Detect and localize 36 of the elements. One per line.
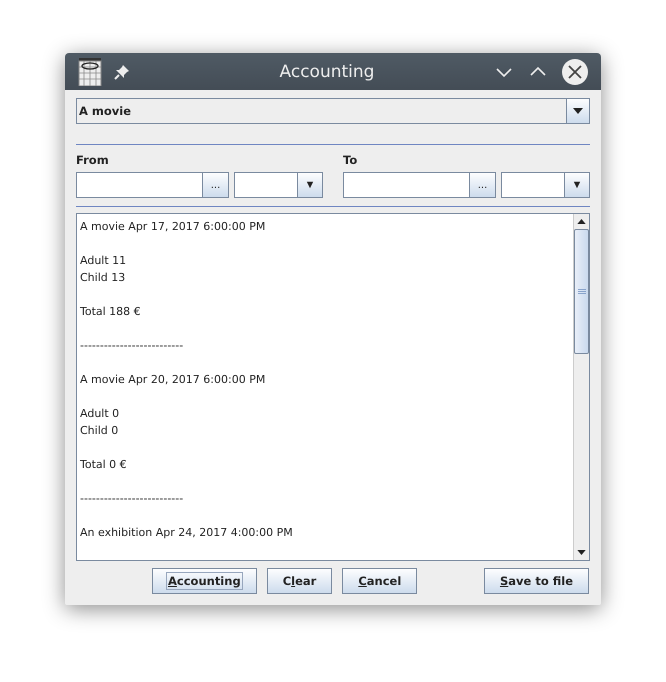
- report-line: Total 188 €: [80, 304, 142, 320]
- report-line: An exhibition Apr 24, 2017 4:00:00 PM: [80, 525, 294, 541]
- date-picker-button[interactable]: ...: [470, 172, 496, 198]
- date-field[interactable]: [343, 172, 470, 198]
- report-line: Child 13: [80, 270, 126, 286]
- report-line: Adult 0: [80, 406, 120, 422]
- caret-icon: [306, 181, 314, 189]
- report-line: --------------------------: [80, 491, 184, 507]
- scroll-thumb[interactable]: [574, 229, 589, 354]
- field-label: To: [343, 153, 358, 169]
- report-line: --------------------------: [80, 338, 184, 354]
- caret-icon: [573, 181, 581, 189]
- action-button[interactable]: Clear: [266, 568, 332, 594]
- report-line: A movie Apr 17, 2017 6:00:00 PM: [80, 219, 266, 235]
- report-line: Total 0 €: [80, 457, 128, 473]
- calendar-icon: [78, 58, 102, 86]
- report-line: A movie Apr 20, 2017 6:00:00 PM: [80, 372, 266, 388]
- caret-icon: [573, 108, 583, 114]
- event-dropdown[interactable]: A movie: [76, 98, 590, 124]
- action-button[interactable]: Cancel: [342, 568, 418, 594]
- time-dropdown[interactable]: [234, 172, 323, 198]
- date-picker-button[interactable]: ...: [203, 172, 229, 198]
- date-field[interactable]: [76, 172, 203, 198]
- vertical-scrollbar[interactable]: [573, 214, 589, 560]
- pin-icon[interactable]: [114, 64, 130, 80]
- report-line: Adult 11: [80, 253, 128, 269]
- time-dropdown[interactable]: [501, 172, 590, 198]
- grip-icon: [578, 289, 586, 294]
- report-line: Child 0: [80, 423, 120, 439]
- window-title: Accounting: [278, 62, 376, 82]
- action-button[interactable]: Save to file: [484, 568, 589, 594]
- action-button[interactable]: Accounting: [152, 568, 257, 594]
- close-icon[interactable]: [562, 58, 588, 84]
- scroll-up-icon[interactable]: [577, 219, 586, 224]
- scroll-down-icon[interactable]: [577, 550, 586, 555]
- field-label: From: [76, 153, 110, 169]
